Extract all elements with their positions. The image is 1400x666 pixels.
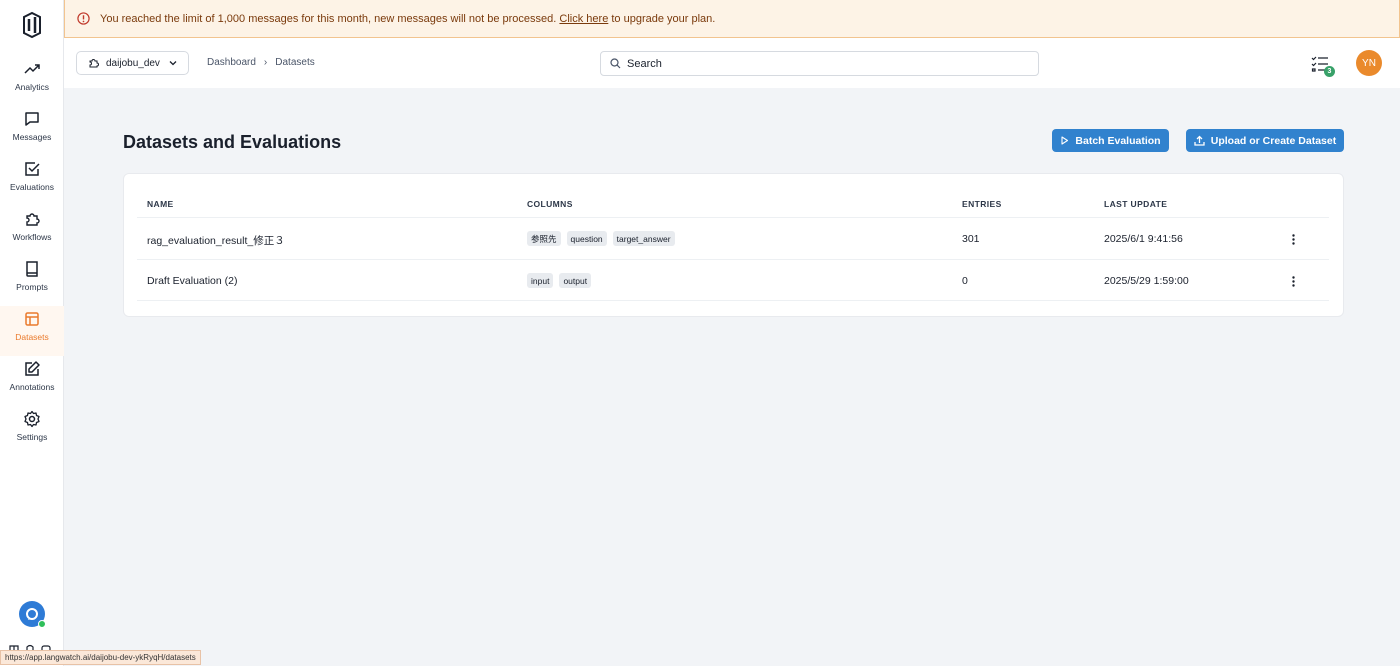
tasks-count-badge: 3 (1324, 66, 1335, 77)
last-update: 2025/5/29 1:59:00 (1104, 275, 1189, 287)
table-row[interactable]: Draft Evaluation (2) input output 0 2025… (137, 259, 1329, 301)
dataset-name[interactable]: Draft Evaluation (2) (147, 275, 237, 287)
last-update: 2025/6/1 9:41:56 (1104, 233, 1183, 245)
online-indicator (38, 620, 46, 628)
sidebar-item-analytics[interactable]: Analytics (0, 56, 64, 106)
more-vertical-icon (1291, 233, 1295, 245)
upgrade-link[interactable]: Click here (559, 13, 608, 25)
breadcrumb: Dashboard › Datasets (207, 57, 315, 68)
sidebar-item-label: Prompts (16, 282, 48, 292)
upload-dataset-label: Upload or Create Dataset (1210, 134, 1337, 147)
dataset-name[interactable]: rag_evaluation_result_修正３ (147, 233, 285, 248)
avatar[interactable]: YN (1356, 50, 1382, 76)
sidebar-item-prompts[interactable]: Prompts (0, 256, 64, 306)
column-tags: input output (527, 273, 592, 288)
breadcrumb-separator: › (263, 57, 268, 68)
sidebar-item-workflows[interactable]: Workflows (0, 206, 64, 256)
column-tags: 参照先 question target_answer (527, 231, 675, 246)
logo-icon[interactable] (20, 11, 44, 39)
trend-up-icon (24, 64, 40, 74)
sidebar: Analytics Messages Evaluations Workflows… (0, 0, 64, 666)
table-icon (25, 312, 39, 326)
sidebar-item-label: Annotations (9, 382, 55, 392)
column-header-entries: ENTRIES (962, 199, 1002, 209)
sidebar-item-label: Evaluations (10, 182, 54, 192)
tasks-button[interactable]: 3 (1311, 55, 1335, 77)
upload-icon (1194, 135, 1205, 146)
top-header: daijobu_dev Dashboard › Datasets 3 YN (64, 38, 1400, 88)
sidebar-item-annotations[interactable]: Annotations (0, 356, 64, 406)
breadcrumb-dashboard[interactable]: Dashboard (207, 57, 256, 68)
edit-icon (25, 361, 40, 376)
sidebar-item-datasets[interactable]: Datasets (0, 306, 64, 356)
column-tag: 参照先 (527, 231, 561, 246)
column-header-columns: COLUMNS (527, 199, 573, 209)
sidebar-item-evaluations[interactable]: Evaluations (0, 156, 64, 206)
message-icon (25, 112, 39, 126)
sidebar-item-label: Datasets (15, 332, 49, 342)
status-url-tooltip: https://app.langwatch.ai/daijobu-dev-ykR… (0, 650, 201, 665)
page-title: Datasets and Evaluations (123, 132, 342, 152)
banner-text: You reached the limit of 1,000 messages … (100, 12, 557, 25)
project-name: daijobu_dev (106, 57, 160, 69)
alert-circle-icon (77, 12, 90, 25)
chat-icon (26, 608, 38, 620)
upload-dataset-button[interactable]: Upload or Create Dataset (1186, 129, 1344, 152)
banner-text-after: to upgrade your plan. (611, 12, 716, 25)
puzzle-icon (26, 213, 40, 226)
play-icon (1061, 136, 1069, 145)
batch-evaluation-button[interactable]: Batch Evaluation (1052, 129, 1169, 152)
book-icon (26, 261, 38, 277)
datasets-table: NAME COLUMNS ENTRIES LAST UPDATE rag_eva… (123, 173, 1344, 317)
column-header-last-update: LAST UPDATE (1104, 199, 1168, 209)
sidebar-item-settings[interactable]: Settings (0, 406, 64, 456)
column-tag: output (559, 273, 592, 288)
table-row[interactable]: rag_evaluation_result_修正３ 参照先 question t… (137, 217, 1329, 259)
search-input[interactable] (627, 57, 1027, 70)
search-box[interactable] (600, 51, 1039, 76)
puzzle-icon (89, 59, 99, 68)
entries-count: 301 (962, 233, 980, 245)
batch-evaluation-label: Batch Evaluation (1075, 134, 1161, 147)
project-selector[interactable]: daijobu_dev (76, 51, 189, 75)
column-tag: question (566, 231, 607, 246)
more-vertical-icon (1291, 275, 1295, 287)
sidebar-item-label: Settings (16, 432, 48, 442)
chevron-down-icon (169, 61, 177, 66)
gear-icon (24, 410, 40, 428)
column-tag: target_answer (612, 231, 675, 246)
sidebar-item-messages[interactable]: Messages (0, 106, 64, 156)
row-menu-button[interactable] (1286, 273, 1300, 289)
chat-support-button[interactable] (19, 601, 46, 628)
row-menu-button[interactable] (1286, 231, 1300, 247)
sidebar-item-label: Messages (12, 132, 52, 142)
sidebar-item-label: Workflows (12, 232, 52, 242)
breadcrumb-datasets: Datasets (275, 57, 315, 68)
search-icon (610, 58, 621, 69)
entries-count: 0 (962, 275, 968, 287)
sidebar-item-label: Analytics (14, 82, 49, 92)
column-header-name: NAME (147, 199, 174, 209)
message-limit-banner: You reached the limit of 1,000 messages … (64, 0, 1400, 38)
column-tag: input (527, 273, 554, 288)
check-square-icon (25, 162, 40, 176)
